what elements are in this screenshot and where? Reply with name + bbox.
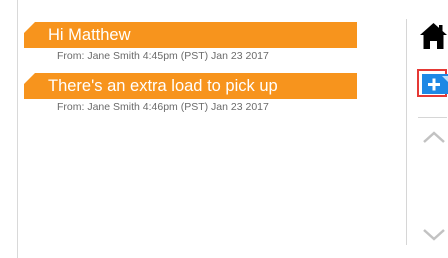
chevron-down-icon[interactable] (422, 228, 446, 247)
message-bubble: There's an extra load to pick up (24, 73, 357, 99)
chevron-up-icon[interactable] (422, 130, 446, 149)
message-meta: From: Jane Smith 4:46pm (PST) Jan 23 201… (57, 101, 269, 113)
add-message-icon (422, 74, 448, 94)
left-border (17, 0, 18, 258)
message-bubble: Hi Matthew (24, 22, 357, 48)
message-list: Hi Matthew From: Jane Smith 4:45pm (PST)… (24, 22, 364, 124)
message-item[interactable]: Hi Matthew From: Jane Smith 4:45pm (PST)… (24, 22, 364, 62)
sidebar (407, 0, 448, 258)
home-icon[interactable] (419, 22, 448, 50)
add-message-button[interactable] (417, 69, 448, 97)
message-meta: From: Jane Smith 4:45pm (PST) Jan 23 201… (57, 50, 269, 62)
sidebar-separator (418, 117, 447, 118)
message-item[interactable]: There's an extra load to pick up From: J… (24, 73, 364, 113)
